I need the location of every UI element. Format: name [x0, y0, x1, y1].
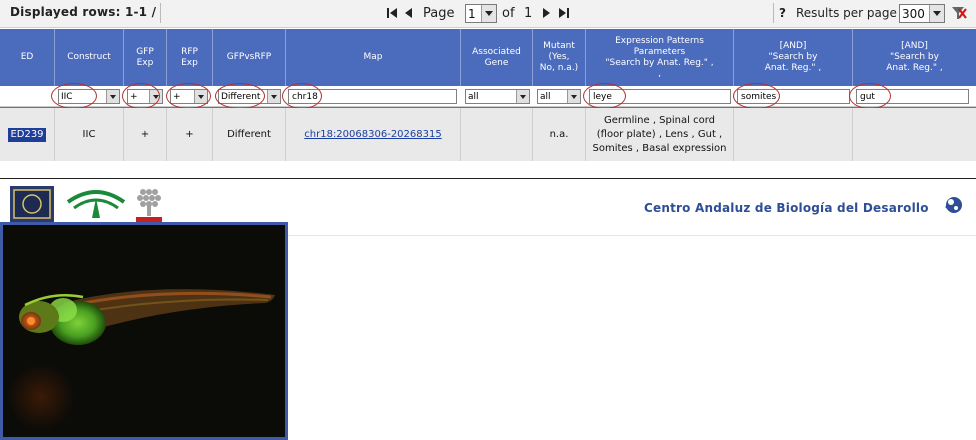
cell-expression: Germline , Spinal cord (floor plate) , L… [586, 108, 734, 161]
gfpvsrfp-filter-select[interactable]: Different [218, 89, 281, 104]
ed-id[interactable]: ED239 [8, 127, 46, 142]
chevron-down-icon [516, 90, 529, 103]
chevron-down-icon [149, 90, 162, 103]
logos-graphic [10, 186, 162, 224]
map-filter-input[interactable]: chr18 [288, 89, 457, 104]
construct-filter-value: IIC [61, 91, 73, 102]
column-header-mutant[interactable]: Mutant (Yes, No, n.a.) [533, 29, 586, 86]
gfpvsrfp-filter-value: Different [221, 91, 261, 102]
results-per-page-label: Results per page [796, 6, 897, 20]
column-header-gfpvsrfp[interactable]: GFPvsRFP [213, 29, 286, 86]
column-header-map[interactable]: Map [286, 29, 461, 86]
column-header-rfp[interactable]: RFP Exp [167, 29, 213, 86]
column-header-construct[interactable]: Construct [55, 29, 124, 86]
clear-filter-icon[interactable] [951, 5, 967, 21]
toolbar-separator [773, 3, 774, 23]
cell-ed[interactable]: ED239 [0, 108, 55, 161]
gfp-filter-select[interactable]: + [127, 89, 163, 104]
expression-filter-input[interactable]: leye [589, 89, 731, 104]
chevron-down-icon [929, 5, 944, 22]
cell-gfp: + [124, 108, 167, 161]
column-header-gfp[interactable]: GFP Exp [124, 29, 167, 86]
cell-map: chr18:20068306-20268315 [286, 108, 461, 161]
filter-row: IIC + + Different chr18 all all leye som… [0, 83, 976, 109]
cell-mutant: n.a. [533, 108, 586, 161]
and-filter-2-input[interactable]: gut [856, 89, 969, 104]
bird-logo-icon [943, 195, 963, 215]
map-link[interactable]: chr18:20068306-20268315 [304, 128, 441, 142]
institution-logos [8, 184, 168, 224]
help-link[interactable]: ? [779, 6, 786, 20]
cell-gfpvsrfp: Different [213, 108, 286, 161]
chevron-down-icon [267, 90, 280, 103]
toolbar-separator [160, 3, 161, 23]
cell-and-1 [734, 108, 853, 161]
cell-gene [461, 108, 533, 161]
construct-filter-select[interactable]: IIC [58, 89, 120, 104]
chevron-down-icon [567, 90, 580, 103]
column-header-and-1[interactable]: [AND] "Search by Anat. Reg." , [734, 29, 853, 86]
chevron-down-icon [481, 5, 496, 22]
results-toolbar: Displayed rows: 1-1 / Page 1 of 1 ? Resu… [0, 0, 976, 28]
rows-info: Displayed rows: 1-1 / [10, 5, 157, 19]
results-grid: ED Construct GFP Exp RFP Exp GFPvsRFP Ma… [0, 29, 976, 161]
last-page-icon[interactable] [558, 7, 570, 19]
mutant-filter-select[interactable]: all [537, 89, 581, 104]
page-root: Displayed rows: 1-1 / Page 1 of 1 ? Resu… [0, 0, 976, 440]
column-header-associated-gene[interactable]: Associated Gene [461, 29, 533, 86]
cell-rfp: + [167, 108, 213, 161]
results-per-page-value: 300 [902, 6, 925, 21]
cell-construct: IIC [55, 108, 124, 161]
gene-filter-value: all [468, 91, 479, 102]
rfp-filter-value: + [173, 91, 181, 102]
and-filter-1-input[interactable]: somites [737, 89, 850, 104]
prev-page-icon[interactable] [403, 7, 415, 19]
table-row[interactable]: ED239 IIC + + Different chr18:20068306-2… [0, 108, 976, 161]
institution-title: Centro Andaluz de Biología del Desarollo [644, 201, 929, 215]
column-header-and-2[interactable]: [AND] "Search by Anat. Reg." , [853, 29, 976, 86]
gene-filter-select[interactable]: all [465, 89, 530, 104]
column-header-ed[interactable]: ED [0, 29, 55, 86]
first-page-icon[interactable] [386, 7, 398, 19]
page-select[interactable]: 1 [465, 4, 497, 23]
page-select-value: 1 [468, 6, 476, 21]
fish-fluorescence-image[interactable] [0, 222, 288, 440]
page-total: 1 [524, 6, 533, 21]
results-per-page-select[interactable]: 300 [899, 4, 945, 23]
column-header-expression[interactable]: Expression Patterns Parameters "Search b… [586, 29, 734, 86]
cell-and-2 [853, 108, 976, 161]
rfp-filter-select[interactable]: + [170, 89, 208, 104]
of-label: of [502, 6, 515, 21]
mutant-filter-value: all [540, 91, 551, 102]
zebrafish-embryo-graphic [7, 289, 275, 431]
chevron-down-icon [194, 90, 207, 103]
gfp-filter-value: + [130, 91, 138, 102]
next-page-icon[interactable] [540, 7, 552, 19]
section-divider [0, 178, 976, 179]
chevron-down-icon [106, 90, 119, 103]
page-label: Page [423, 6, 455, 21]
